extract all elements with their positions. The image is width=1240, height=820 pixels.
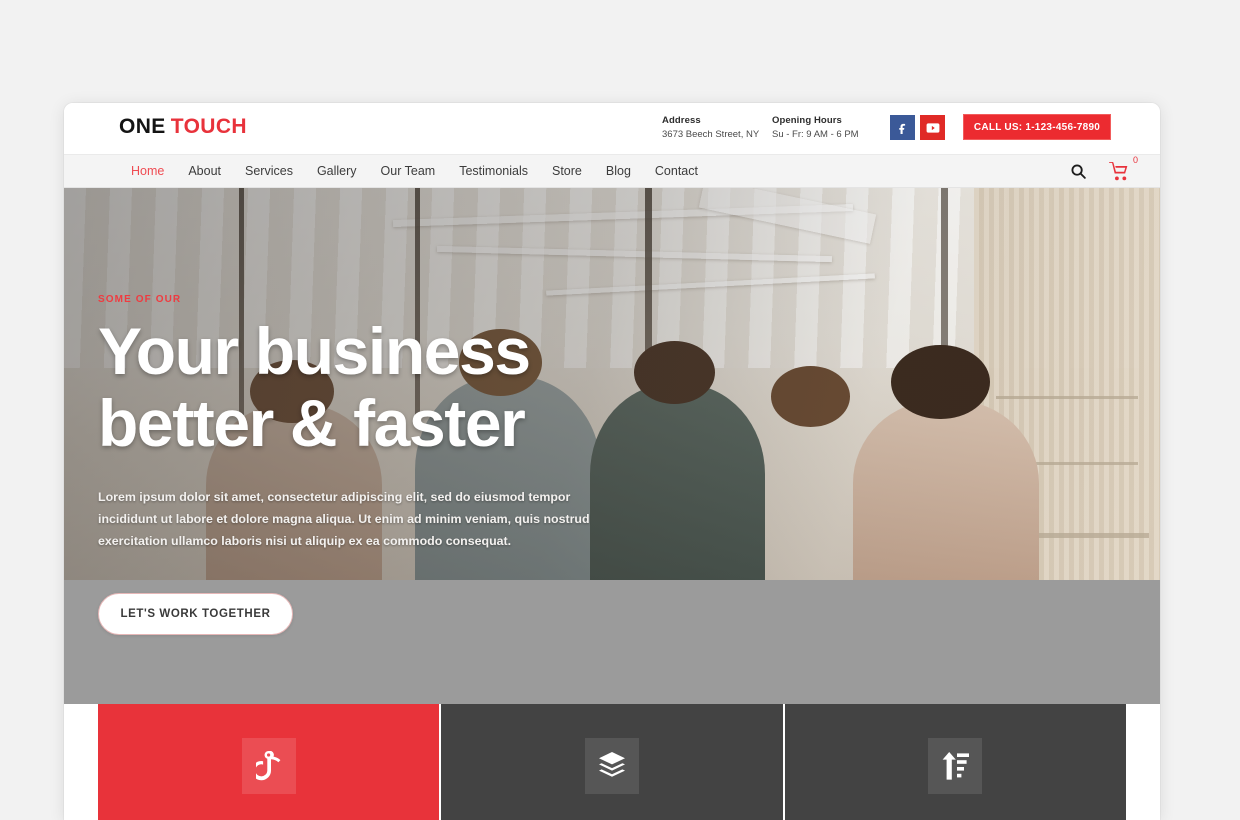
feature-tile-layers-stack[interactable] [441,704,783,820]
nav-item-gallery[interactable]: Gallery [305,155,369,187]
nav-item-home[interactable]: Home [119,155,176,187]
hero-headline-line-1: Your business [98,314,531,388]
hours-label: Opening Hours [772,115,842,126]
hours-value: Su - Fr: 9 AM - 6 PM [772,129,859,140]
nav-item-services[interactable]: Services [233,155,305,187]
logo-text-touch: TOUCH [170,115,247,138]
nav-menu: Home About Services Gallery Our Team Testimon… [119,155,710,187]
one-finger-tap-icon [241,738,296,794]
shopping-cart-icon[interactable]: 0 [1109,155,1138,181]
feature-tile-one-finger-tap[interactable] [98,704,440,820]
nav-item-blog[interactable]: Blog [594,155,643,187]
hero-section: SOME OF OUR Your business better & faste… [64,188,1160,580]
site-logo[interactable]: ONE TOUCH [119,115,247,139]
address-label: Address [662,115,701,126]
hero-eyebrow: SOME OF OUR [98,294,182,305]
hero-content: SOME OF OUR Your business better & faste… [98,294,738,552]
cart-count-badge: 0 [1132,154,1138,165]
browser-window: ONE TOUCH Address 3673 Beech Street, NY O… [64,103,1160,820]
nav-item-about[interactable]: About [176,155,233,187]
nav-item-store[interactable]: Store [540,155,594,187]
social-links [890,115,945,140]
logo-text-one: ONE [119,115,166,138]
hero-paragraph: Lorem ipsum dolor sit amet, consectetur … [98,490,590,548]
cta-band: LET'S WORK TOGETHER [64,580,1160,704]
nav-item-testimonials[interactable]: Testimonials [447,155,540,187]
address-info: Address 3673 Beech Street, NY [662,114,759,142]
hero-headline-line-2: better & faster [98,386,526,460]
lets-work-together-button[interactable]: LET'S WORK TOGETHER [98,593,293,635]
sort-ascending-icon [928,738,983,794]
opening-hours-info: Opening Hours Su - Fr: 9 AM - 6 PM [772,114,859,142]
youtube-icon[interactable] [920,115,945,140]
nav-item-our-team[interactable]: Our Team [369,155,448,187]
page-background: ONE TOUCH Address 3673 Beech Street, NY O… [0,0,1240,820]
nav-item-contact[interactable]: Contact [643,155,710,187]
feature-tile-sort-ascending[interactable] [784,704,1126,820]
main-navigation: Home About Services Gallery Our Team Testimon… [64,154,1160,188]
call-us-button[interactable]: CALL US: 1-123-456-7890 [963,114,1111,140]
layers-stack-icon [584,738,639,794]
feature-tiles [98,704,1126,820]
nav-tools: 0 [1070,155,1138,181]
address-value: 3673 Beech Street, NY [662,129,760,140]
search-icon[interactable] [1070,163,1087,180]
facebook-icon[interactable] [890,115,915,140]
site-top-bar: ONE TOUCH Address 3673 Beech Street, NY O… [64,103,1160,154]
